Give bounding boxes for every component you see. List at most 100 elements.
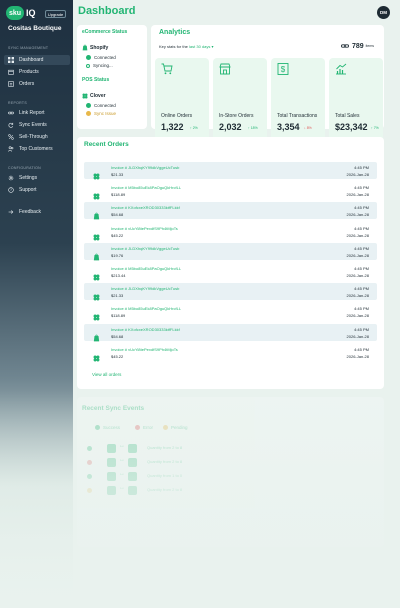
order-row[interactable]: Invoice # vUcYi8tePexdfS9Ph4tMjoTs $45.22…: [84, 223, 377, 241]
sidebar-item-label: Products: [19, 69, 39, 75]
logo-text: IQ: [26, 8, 36, 18]
order-date: 2026-Jan-28: [346, 333, 369, 339]
order-invoice-link[interactable]: Invoice # JLDXhqKY99dkVggeUcTusb: [111, 165, 179, 170]
platform-icon: [107, 444, 116, 453]
order-invoice-link[interactable]: Invoice # JLDXhqKY99dkVggeUcTusb: [111, 246, 179, 251]
order-row[interactable]: Invoice # M5bo85uEk8PaOguQkHrcfLL $213.44…: [84, 263, 377, 281]
order-invoice-link[interactable]: Invoice # KXofcxeXROD30333ktfFLkkf: [111, 327, 180, 332]
order-invoice-link[interactable]: Invoice # KXofcxeXROD30333ktfFLkkf: [111, 205, 180, 210]
order-amount: $54.68: [111, 212, 124, 218]
shopify-icon: [93, 329, 100, 341]
order-amount: $21.33: [111, 293, 124, 299]
sync-event-title: Quantity from 2 to 8: [147, 459, 183, 464]
sidebar-item-link-report[interactable]: Link Report: [4, 108, 70, 118]
sidebar-item-label: Dashboard: [19, 57, 44, 63]
order-row[interactable]: Invoice # JLDXhqKY99dkVggeUcTusb $19.76 4:…: [84, 242, 377, 261]
stat-value: 3,354: [277, 122, 300, 132]
order-date: 2026-Jan-28: [346, 172, 369, 177]
order-date: 2026-Jan-28: [346, 273, 369, 278]
sidebar-item-sync-events[interactable]: Sync Events: [4, 120, 70, 130]
stat-in-store-orders[interactable]: In-Store Orders 2,032 ↑ 18% 112 today • …: [213, 58, 267, 146]
sidebar-item-settings[interactable]: Settings: [4, 173, 70, 183]
app-logo[interactable]: sku IQ: [6, 6, 36, 20]
pos-status-title: POS Status: [82, 77, 110, 83]
sidebar-item-feedback[interactable]: Feedback: [4, 207, 70, 217]
sync-event-row[interactable]: ↔ Quantity from 2 to 8: [87, 443, 337, 457]
stat-label: In-Store Orders: [219, 113, 254, 119]
pending-icon: [163, 425, 168, 430]
sidebar-item-label: Link Report: [19, 110, 45, 116]
stat-total-sales[interactable]: Total Sales $23,342 ↑ 7% $20,122 previou…: [329, 58, 383, 146]
order-row[interactable]: Invoice # KXofcxeXROD30333ktfFLkkf $54.68…: [84, 202, 377, 220]
order-amount: $54.68: [111, 333, 124, 339]
order-invoice-link[interactable]: Invoice # vUcYi8tePexdfS9Ph4tMjoTs: [111, 347, 178, 352]
order-invoice-link[interactable]: Invoice # M5bo85uEk8PaOguQkHrcfLL: [111, 306, 181, 311]
order-date: 2026-Jan-28: [346, 232, 369, 238]
order-time: 4:45 PM: [354, 266, 369, 271]
order-row[interactable]: Invoice # JLDXhqKY99dkVggeUcTusb $21.33 4:…: [84, 162, 377, 180]
order-row[interactable]: Invoice # vUcYi8tePexdfS9Ph4tMjoTs $45.22…: [84, 344, 377, 362]
sidebar-item-top-customers[interactable]: Top Customers: [4, 144, 70, 154]
status-text: Connected: [94, 55, 116, 60]
sidebar-item-label: Feedback: [19, 209, 41, 215]
clover-icon: [93, 288, 100, 301]
order-row[interactable]: Invoice # M5bo85uEk8PaOguQkHrcfLL $118.89…: [84, 182, 377, 200]
sync-arrow-icon: ↔: [119, 443, 125, 449]
order-invoice-link[interactable]: Invoice # vUcYi8tePexdfS9Ph4tMjoTs: [111, 226, 178, 231]
stat-value: 1,322: [161, 122, 184, 132]
sync-event-row[interactable]: ↔ Quantity from 2 to 8: [87, 485, 337, 499]
sync-status-icon: [87, 474, 92, 479]
order-date: 2026-Jan-28: [346, 353, 369, 359]
analytics-title: Analytics: [159, 29, 191, 36]
sidebar: sku IQ Upgrade Cositas Boutique SYNC MAN…: [0, 0, 73, 608]
status-text: Connected: [94, 103, 116, 108]
svg-text:?: ?: [10, 188, 12, 192]
cart-icon: [161, 63, 173, 75]
stat-change-down: ↓ 8%: [304, 126, 312, 130]
sync-event-title: Quantity from 2 to 8: [147, 445, 183, 450]
recent-sync-events-title: Recent Sync Events: [82, 405, 145, 412]
sync-status-icon: [87, 460, 92, 465]
box-icon: [8, 69, 14, 75]
sidebar-item-orders[interactable]: Orders: [4, 79, 70, 89]
sync-event-row[interactable]: ↔ Quantity from 1 to 0: [87, 471, 337, 485]
sync-event-row[interactable]: ↔ Quantity from 2 to 8: [87, 457, 337, 471]
clover-sync-issue-status[interactable]: Sync Issue: [86, 111, 116, 116]
analytics-card: Analytics Key stats for the last 30 days…: [151, 25, 384, 146]
order-row[interactable]: Invoice # M5bo85uEk8PaOguQkHrcfLL $118.89…: [84, 303, 377, 321]
order-time: 4:45 PM: [354, 205, 369, 211]
order-amount: $118.89: [111, 313, 126, 319]
sidebar-item-support[interactable]: ? Support: [4, 185, 70, 195]
stat-total-transactions[interactable]: $ Total Transactions 3,354 ↓ 8% 146 toda…: [271, 58, 325, 146]
sidebar-item-dashboard[interactable]: Dashboard: [4, 55, 70, 65]
legend-success: Success: [95, 425, 120, 430]
sidebar-item-sell-through[interactable]: Sell-Through: [4, 132, 70, 142]
period-selector[interactable]: last 30 days ▾: [189, 44, 213, 49]
period-prefix: Key stats for the: [159, 44, 188, 49]
clover-icon: [93, 349, 100, 362]
clover-name: Clover: [90, 93, 106, 99]
order-invoice-link[interactable]: Invoice # JLDXhqKY99dkVggeUcTusb: [111, 286, 179, 291]
clover-icon: [93, 187, 100, 200]
grid-icon: [8, 57, 14, 63]
logo-badge: sku: [6, 6, 24, 20]
store-name: Cositas Boutique: [8, 25, 62, 32]
upgrade-button[interactable]: Upgrade: [45, 10, 66, 18]
sidebar-item-label: Support: [19, 187, 37, 193]
avatar[interactable]: DM: [377, 6, 390, 19]
sync-event-title: Quantity from 2 to 8: [147, 487, 183, 492]
error-icon: [135, 425, 140, 430]
dollar-icon: $: [277, 63, 289, 75]
stat-online-orders[interactable]: Online Orders 1,322 ↑ 2% 34 today • 36 y…: [155, 58, 209, 146]
order-row[interactable]: Invoice # KXofcxeXROD30333ktfFLkkf $54.68…: [84, 323, 377, 341]
order-invoice-link[interactable]: Invoice # M5bo85uEk8PaOguQkHrcfLL: [111, 266, 181, 271]
order-invoice-link[interactable]: Invoice # M5bo85uEk8PaOguQkHrcfLL: [111, 185, 181, 190]
order-date: 2026-Jan-28: [346, 313, 369, 319]
order-row[interactable]: Invoice # JLDXhqKY99dkVggeUcTusb $21.33 4:…: [84, 283, 377, 301]
refresh-icon: [8, 122, 14, 128]
recent-sync-events-card: Recent Sync Events Success Error Pending…: [77, 397, 384, 547]
platform-icon: [128, 472, 137, 481]
sidebar-item-products[interactable]: Products: [4, 67, 70, 77]
view-all-orders-link[interactable]: View all orders: [92, 372, 121, 377]
warning-icon: [86, 111, 91, 116]
